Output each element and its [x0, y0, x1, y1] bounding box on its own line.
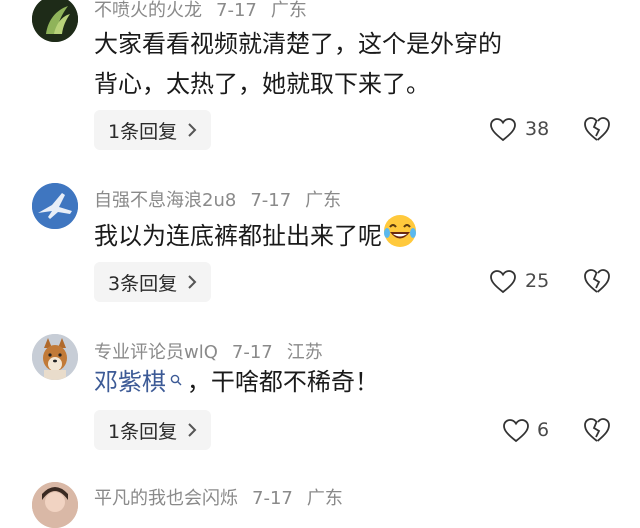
reply-count-label: 1条回复 [108, 120, 178, 143]
comment-meta: 自强不息海浪2u8 7-17 广东 [94, 186, 355, 212]
reply-count-label: 3条回复 [108, 272, 178, 295]
username[interactable]: 平凡的我也会闪烁 [94, 488, 238, 509]
avatar[interactable] [32, 482, 78, 528]
like-count: 25 [525, 270, 550, 292]
comment-location: 江苏 [286, 342, 323, 363]
username[interactable]: 不喷火的火龙 [94, 0, 202, 21]
comment-text: 我以为连底裤都扯出来了呢 [94, 213, 554, 261]
comment-location: 广东 [306, 488, 343, 509]
username[interactable]: 自强不息海浪2u8 [94, 190, 236, 211]
like-count: 6 [537, 419, 550, 441]
reply-count-label: 1条回复 [108, 420, 178, 443]
view-replies-button[interactable]: 1条回复 [94, 410, 212, 450]
broken-heart-dislike-icon[interactable] [584, 417, 610, 443]
laughing-crying-emoji-icon [382, 213, 418, 261]
view-replies-button[interactable]: 3条回复 [94, 262, 212, 302]
comment-meta: 不喷火的火龙 7-17 广东 [94, 0, 321, 22]
comment-meta: 专业评论员wlQ 7-17 江苏 [94, 338, 337, 364]
comment-location: 广东 [305, 190, 342, 211]
avatar[interactable] [32, 0, 78, 42]
mention-link[interactable]: 邓紫棋 [94, 368, 166, 396]
dragon-avatar-icon [32, 0, 78, 42]
comment-text-content: 我以为连底裤都扯出来了呢 [94, 222, 382, 250]
comment-text: 邓紫棋 ，干啥都不稀奇！ [94, 362, 554, 402]
heart-like-icon[interactable] [490, 118, 516, 142]
person-avatar-icon [32, 482, 78, 528]
comment-date: 7-17 [216, 0, 257, 21]
comment-text: 大家看看视频就清楚了，这个是外穿的背心，太热了，她就取下来了。 [94, 30, 502, 98]
jet-avatar-icon [32, 183, 78, 229]
heart-like-icon[interactable] [503, 419, 529, 443]
heart-like-icon[interactable] [490, 270, 516, 294]
comment-location: 广东 [270, 0, 307, 21]
comment-meta: 平凡的我也会闪烁 7-17 广东 [94, 484, 357, 510]
comment-date: 7-17 [250, 190, 292, 211]
chevron-right-icon [187, 422, 197, 438]
chevron-right-icon [187, 274, 197, 290]
like-count: 38 [525, 118, 550, 140]
comment-text-content: ，干啥都不稀奇！ [186, 368, 379, 396]
username[interactable]: 专业评论员wlQ [94, 342, 218, 363]
avatar[interactable] [32, 334, 78, 380]
avatar[interactable] [32, 183, 78, 229]
chevron-right-icon [187, 122, 197, 138]
view-replies-button[interactable]: 1条回复 [94, 110, 212, 150]
comment-date: 7-17 [252, 488, 293, 509]
search-icon[interactable] [166, 374, 187, 390]
broken-heart-dislike-icon[interactable] [584, 116, 610, 142]
broken-heart-dislike-icon[interactable] [584, 268, 610, 294]
comment-date: 7-17 [231, 342, 273, 363]
dog-avatar-icon [32, 334, 78, 380]
